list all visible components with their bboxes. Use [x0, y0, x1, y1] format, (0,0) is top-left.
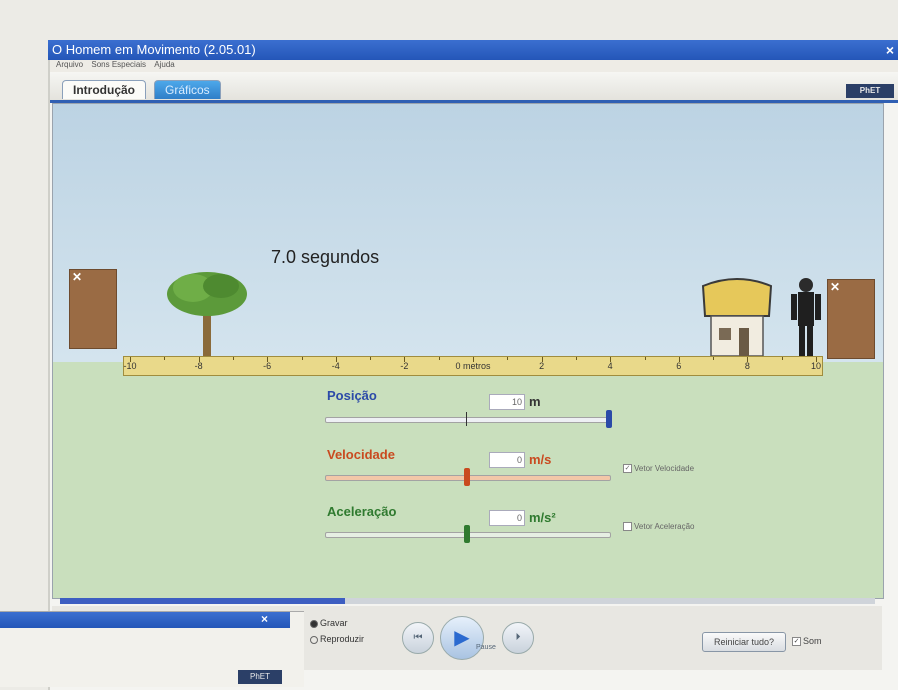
right-wall-close-icon[interactable]: ✕: [830, 280, 840, 294]
ruler-minor-tick: [507, 357, 509, 360]
acceleration-vector-checkbox[interactable]: Vetor Aceleração: [623, 522, 695, 532]
playback-progress-fill: [60, 598, 346, 604]
position-unit: m: [529, 394, 541, 409]
step-icon: ⏵: [515, 632, 521, 643]
right-wall: ✕: [827, 279, 875, 359]
replay-radio-dot: [310, 635, 318, 644]
ruler-tick-label: 10: [810, 361, 822, 371]
ruler-minor-tick: [438, 357, 440, 360]
rewind-icon: ⏮: [413, 632, 423, 643]
menu-bar: Arquivo Sons Especiais Ajuda: [50, 60, 898, 72]
secondary-phet-logo: PhET: [238, 670, 282, 684]
secondary-close-icon[interactable]: ×: [261, 612, 268, 626]
acceleration-vector-check-box: [623, 522, 632, 532]
tree-icon: [167, 272, 247, 358]
position-slider-knob[interactable]: [606, 410, 612, 428]
acceleration-slider-knob[interactable]: [464, 525, 470, 543]
position-label: Posição: [327, 388, 377, 403]
acceleration-label: Aceleração: [327, 504, 397, 519]
record-radio[interactable]: Gravar: [310, 618, 348, 628]
left-wall: ✕: [69, 269, 117, 349]
position-input[interactable]: 10: [489, 394, 525, 410]
rewind-button[interactable]: ⏮: [402, 622, 434, 654]
title-bar: O Homem em Movimento (2.05.01) ×: [48, 40, 898, 60]
velocity-slider-knob[interactable]: [464, 468, 470, 486]
ruler-minor-tick: [575, 357, 577, 360]
simulation-panel: 7.0 segundos ✕ ✕ -10 -8 -6 -4 -2 0 metros 2 4 6 8…: [52, 103, 884, 599]
man-figure-icon[interactable]: [791, 276, 821, 360]
elapsed-time: 7.0 segundos: [271, 247, 380, 267]
tab-graficos[interactable]: Gráficos: [154, 80, 221, 99]
ruler-minor-tick: [232, 357, 234, 360]
ruler-minor-tick: [713, 357, 715, 360]
replay-label: Reproduzir: [320, 634, 365, 644]
menu-file[interactable]: Arquivo: [56, 60, 83, 69]
ruler-minor-tick: [781, 357, 783, 360]
velocity-vector-checkbox[interactable]: ✓ Vetor Velocidade: [623, 464, 695, 474]
close-icon[interactable]: ×: [886, 40, 894, 60]
velocity-unit: m/s: [529, 452, 552, 467]
replay-radio[interactable]: Reproduzir: [310, 634, 364, 644]
velocity-vector-label: Vetor Velocidade: [634, 464, 695, 473]
ruler-tick-label: -6: [263, 361, 272, 371]
menu-help[interactable]: Ajuda: [154, 60, 174, 69]
velocity-label: Velocidade: [327, 447, 395, 462]
secondary-window-titlebar: ×: [0, 612, 290, 628]
ruler-tick-label: 8: [744, 361, 750, 371]
sound-checkbox[interactable]: ✓ Som: [792, 636, 822, 647]
ruler-tick-label: -8: [194, 361, 203, 371]
reset-all-button[interactable]: Reiniciar tudo?: [702, 632, 786, 652]
position-slider-center-mark: [466, 412, 467, 426]
velocity-input[interactable]: 0: [489, 452, 525, 468]
ruler-minor-tick: [301, 357, 303, 360]
ruler-tick-label: -4: [331, 361, 340, 371]
sound-label: Som: [803, 636, 822, 646]
secondary-window: × PhET: [0, 611, 304, 687]
acceleration-unit: m/s²: [529, 510, 556, 525]
playback-progress[interactable]: [60, 598, 875, 604]
ruler-minor-tick: [370, 357, 372, 360]
play-icon: ▶: [454, 627, 470, 649]
ruler-tick-label: 6: [676, 361, 682, 371]
acceleration-input[interactable]: 0: [489, 510, 525, 526]
left-wall-close-icon[interactable]: ✕: [72, 270, 82, 284]
velocity-vector-check-icon: ✓: [623, 464, 632, 474]
ruler-tick-label: -2: [400, 361, 409, 371]
ruler-tick-label: -10: [123, 361, 137, 371]
ruler-tick-label: 2: [539, 361, 545, 371]
play-button[interactable]: ▶: [440, 616, 484, 660]
tab-introducao[interactable]: Introdução: [62, 80, 146, 99]
record-label: Gravar: [320, 618, 348, 628]
position-ruler: -10 -8 -6 -4 -2 0 metros 2 4 6 8 10: [123, 356, 823, 376]
record-radio-dot: [310, 619, 318, 628]
acceleration-vector-label: Vetor Aceleração: [634, 522, 695, 531]
menu-sounds[interactable]: Sons Especiais: [91, 60, 146, 69]
tab-bar: Introdução Gráficos PhET: [50, 72, 898, 100]
ruler-minor-tick: [644, 357, 646, 360]
phet-logo: PhET: [846, 84, 894, 98]
position-slider-track[interactable]: [325, 417, 611, 423]
sound-check-icon: ✓: [792, 637, 801, 647]
pause-label: Pause: [476, 644, 496, 651]
window-title: O Homem em Movimento (2.05.01): [52, 42, 256, 57]
step-button[interactable]: ⏵: [502, 622, 534, 654]
house-icon: [701, 278, 773, 357]
ruler-tick-label: 0 metros: [455, 361, 491, 371]
ruler-tick-label: 4: [607, 361, 613, 371]
ruler-minor-tick: [164, 357, 166, 360]
